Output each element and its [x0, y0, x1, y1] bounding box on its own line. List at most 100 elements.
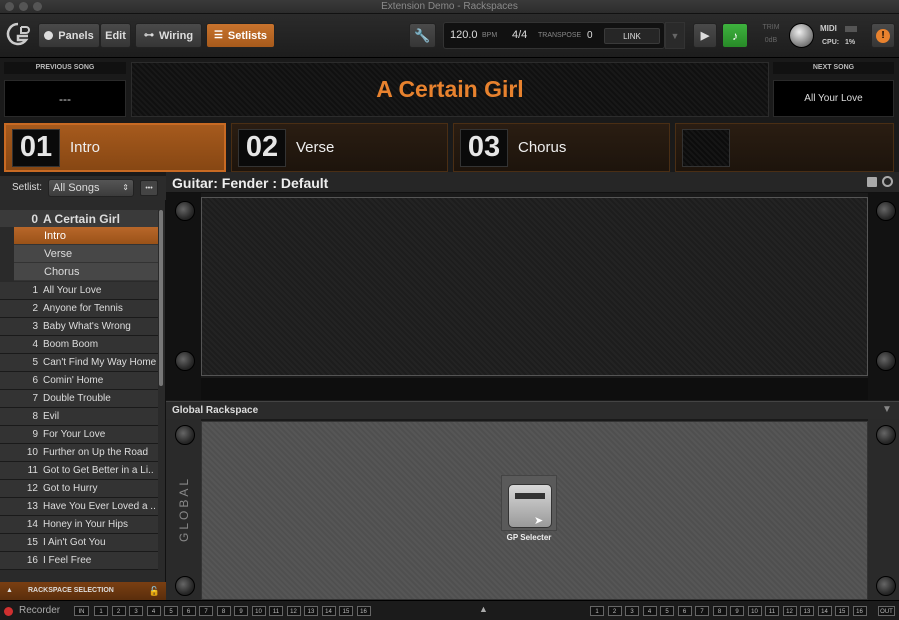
gp-logo[interactable]	[4, 21, 32, 49]
channel-indicator: 15	[835, 606, 849, 616]
cpu-label: CPU:	[822, 39, 840, 46]
part-number: 03	[460, 128, 508, 167]
song-row[interactable]: 11 Got to Get Better in a Li..	[0, 462, 158, 480]
next-song-button[interactable]: All Your Love	[773, 80, 894, 117]
song-name: Comin' Home	[43, 375, 104, 386]
wiring-button[interactable]: ⊶ Wiring	[135, 23, 202, 48]
time-signature[interactable]: 4/4	[512, 23, 527, 48]
midi-in-label: IN	[74, 606, 89, 616]
global-rackspace-title: Global Rackspace	[172, 405, 259, 416]
setlist-menu-button[interactable]: •••	[140, 180, 158, 196]
song-number: 10	[26, 447, 38, 458]
panels-icon	[44, 31, 54, 40]
channel-indicator: 10	[747, 606, 762, 616]
screw-icon	[876, 576, 896, 596]
save-icon[interactable]	[867, 177, 877, 187]
channel-indicator: 2	[111, 606, 126, 616]
alert-button[interactable]: !	[871, 23, 895, 48]
unlock-icon[interactable]: 🔓	[149, 582, 160, 600]
chevron-down-icon[interactable]: ▼	[882, 404, 892, 415]
song-number: 12	[26, 483, 38, 494]
part-button-empty[interactable]	[675, 123, 894, 172]
channel-indicator: 4	[642, 606, 657, 616]
record-icon[interactable]	[4, 607, 13, 616]
edit-button[interactable]: Edit	[100, 23, 131, 48]
song-row[interactable]: 5 Can't Find My Way Home	[0, 354, 158, 372]
bottom-status-bar: Recorder IN 1 2 3 4 5 6 7 8 9 10 11 12 13 14 15 16 ▲ 12…	[0, 600, 899, 620]
part-button-chorus[interactable]: 03 Chorus	[453, 123, 670, 172]
setlist-select[interactable]: All Songs ⇕	[48, 179, 134, 197]
channel-indicator: 2	[607, 606, 622, 616]
link-button[interactable]: LINK	[604, 28, 660, 44]
previous-song-button[interactable]: ---	[4, 80, 126, 117]
current-song-row[interactable]: 0A Certain Girl	[0, 210, 158, 228]
rack-rail-right	[868, 193, 899, 400]
song-list-scrollbar[interactable]	[159, 210, 163, 386]
midi-indicator	[845, 26, 857, 32]
transport-dropdown[interactable]: ▼	[665, 22, 685, 49]
channel-indicator: 4	[146, 606, 161, 616]
song-number: 4	[32, 339, 38, 350]
song-row[interactable]: 15 I Ain't Got You	[0, 534, 158, 552]
tempo-value[interactable]: 120.0	[450, 23, 478, 48]
channel-indicator: 5	[660, 606, 674, 616]
rackspace-selection-bar[interactable]: ▲ RACKSPACE SELECTION 🔓	[0, 582, 166, 600]
transpose-value[interactable]: 0	[587, 23, 593, 48]
channel-indicator: 7	[695, 606, 709, 616]
window-titlebar: Extension Demo - Rackspaces	[0, 0, 899, 14]
recorder-label[interactable]: Recorder	[19, 605, 60, 616]
metronome-button[interactable]: ♪	[722, 23, 748, 48]
song-row[interactable]: 14 Honey in Your Hips	[0, 516, 158, 534]
song-name: Baby What's Wrong	[43, 321, 131, 332]
part-row-verse[interactable]: Verse	[14, 245, 158, 263]
rackspace-title: Guitar: Fender : Default	[172, 175, 329, 191]
song-row[interactable]: 3 Baby What's Wrong	[0, 318, 158, 336]
setlist-sidebar: Setlist: All Songs ⇕ ••• 0A Certain Girl…	[0, 176, 166, 600]
song-row[interactable]: 10 Further on Up the Road	[0, 444, 158, 462]
part-row-intro[interactable]: Intro	[14, 227, 158, 245]
cursor-icon: ➤	[534, 515, 544, 527]
channel-indicator: 14	[321, 606, 336, 616]
song-row[interactable]: 6 Comin' Home	[0, 372, 158, 390]
song-row[interactable]: 1 All Your Love	[0, 282, 158, 300]
song-row[interactable]: 7 Double Trouble	[0, 390, 158, 408]
play-button[interactable]: ▶	[693, 23, 717, 48]
song-row[interactable]: 12 Got to Hurry	[0, 480, 158, 498]
master-volume-knob[interactable]	[789, 23, 814, 48]
part-button-intro[interactable]: 01 Intro	[4, 123, 226, 172]
song-row[interactable]: 4 Boom Boom	[0, 336, 158, 354]
channel-indicator: 8	[216, 606, 231, 616]
channel-indicator: 5	[164, 606, 178, 616]
panels-button[interactable]: Panels	[38, 23, 100, 48]
list-icon: ☰	[213, 30, 223, 41]
song-number: 3	[32, 321, 38, 332]
part-button-verse[interactable]: 02 Verse	[231, 123, 448, 172]
tools-button[interactable]: 🔧	[409, 23, 436, 48]
setlists-button[interactable]: ☰ Setlists	[206, 23, 275, 48]
song-number: 9	[32, 429, 38, 440]
trim-value: 0dB	[764, 37, 778, 44]
selecter-button-slot	[515, 493, 545, 499]
cpu-value: 1%	[845, 39, 856, 46]
song-number: 6	[32, 375, 38, 386]
song-row[interactable]: 2 Anyone for Tennis	[0, 300, 158, 318]
channel-indicator: 3	[129, 606, 143, 616]
metronome-icon: ♪	[732, 28, 738, 43]
rackspace-panel-area[interactable]	[201, 197, 868, 376]
song-row[interactable]: 9 For Your Love	[0, 426, 158, 444]
screw-icon	[876, 351, 896, 371]
triangle-up-icon[interactable]: ▲	[479, 604, 488, 614]
power-icon[interactable]	[882, 176, 893, 187]
global-rackspace-header: Global Rackspace ▼	[166, 401, 899, 419]
song-row[interactable]: 16 I Feel Free	[0, 552, 158, 570]
global-side-label-wrap: GLOBAL	[176, 469, 192, 549]
song-name: I Feel Free	[43, 555, 92, 566]
gp-selecter-widget[interactable]	[501, 475, 557, 531]
song-number: 14	[26, 519, 38, 530]
global-panel-area[interactable]: GP Selecter ➤	[201, 421, 868, 600]
song-row[interactable]: 8 Evil	[0, 408, 158, 426]
part-row-chorus[interactable]: Chorus	[14, 263, 158, 281]
channel-indicator: 15	[339, 606, 353, 616]
selecter-button-icon	[508, 484, 552, 528]
song-row[interactable]: 13 Have You Ever Loved a ..	[0, 498, 158, 516]
